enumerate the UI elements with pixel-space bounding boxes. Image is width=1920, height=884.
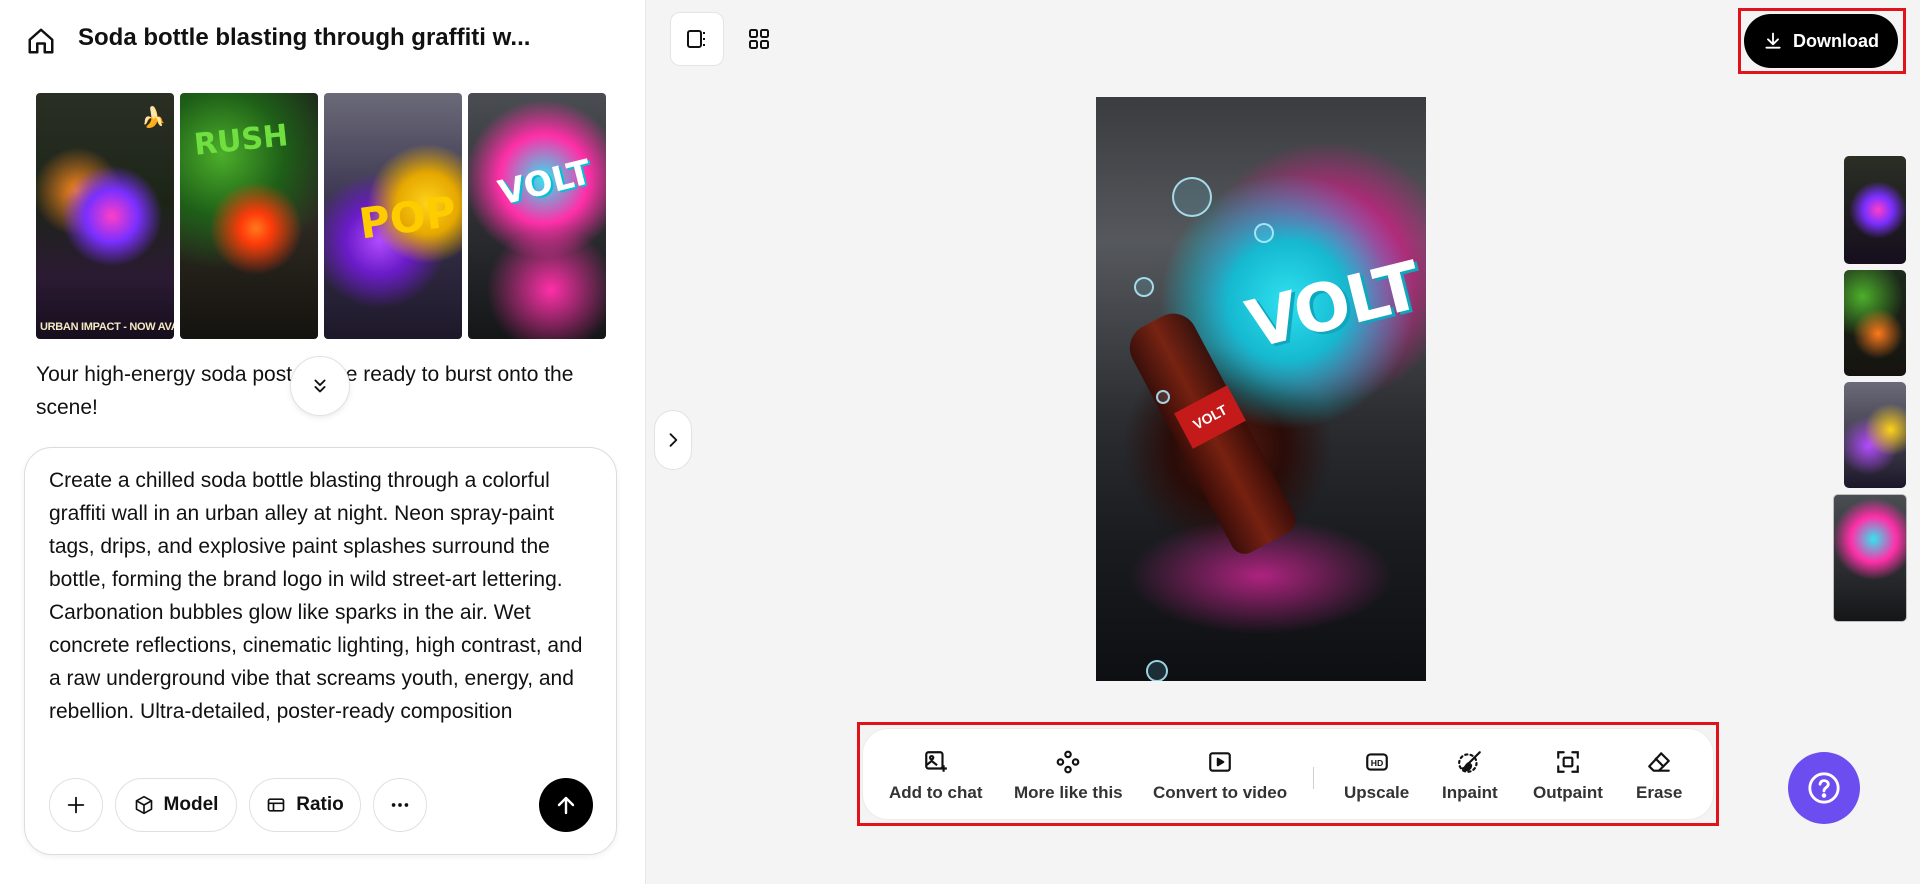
chevron-right-icon bbox=[669, 433, 678, 447]
image-action-bar: Add to chat More like this Convert to vi… bbox=[862, 728, 1714, 820]
svg-text:HD: HD bbox=[1370, 758, 1383, 768]
scroll-down-button[interactable] bbox=[290, 356, 350, 416]
cube-icon bbox=[135, 795, 152, 815]
bubble bbox=[1172, 177, 1212, 217]
ratio-icon bbox=[267, 798, 285, 812]
single-view-button[interactable] bbox=[670, 12, 724, 66]
image-plus-icon bbox=[924, 751, 947, 772]
page-title: Soda bottle blasting through graffiti w.… bbox=[78, 24, 531, 51]
erase-button[interactable]: Erase bbox=[1636, 749, 1682, 803]
action-label: More like this bbox=[1014, 783, 1123, 802]
action-label: Upscale bbox=[1344, 783, 1410, 802]
chat-panel: Soda bottle blasting through graffiti w.… bbox=[0, 0, 646, 884]
action-label: Erase bbox=[1636, 783, 1683, 802]
outpaint-button[interactable]: Outpaint bbox=[1533, 749, 1603, 803]
nodes-icon bbox=[1056, 750, 1080, 774]
ratio-button[interactable]: Ratio bbox=[249, 778, 361, 832]
add-attachment-button[interactable] bbox=[49, 778, 103, 832]
grid-icon bbox=[749, 29, 769, 49]
plus-icon bbox=[67, 796, 85, 814]
side-thumbnail-4-selected[interactable] bbox=[1833, 494, 1907, 622]
help-button[interactable] bbox=[1788, 752, 1860, 824]
bubble bbox=[1146, 660, 1168, 681]
result-thumbnail-3[interactable]: POP bbox=[324, 93, 462, 339]
main-preview-image: VOLT VOLT bbox=[1096, 97, 1426, 681]
prompt-composer: Create a chilled soda bottle blasting th… bbox=[24, 447, 617, 855]
question-icon bbox=[1808, 772, 1840, 804]
home-icon[interactable] bbox=[26, 26, 56, 56]
thumbnail-caption: URBAN IMPACT - NOW AVAILABLE bbox=[40, 321, 174, 333]
bubble bbox=[1134, 277, 1154, 297]
model-button[interactable]: Model bbox=[115, 778, 237, 832]
result-thumbnail-2[interactable]: RUSH bbox=[180, 93, 318, 339]
action-label: Outpaint bbox=[1533, 783, 1603, 802]
hd-icon: HD bbox=[1365, 753, 1388, 771]
result-thumbnail-4[interactable]: VOLT bbox=[468, 93, 606, 339]
banana-badge-icon: 🍌 bbox=[141, 107, 166, 129]
add-to-chat-button[interactable]: Add to chat bbox=[889, 749, 983, 803]
side-thumbnail-1[interactable] bbox=[1844, 156, 1906, 264]
bubble bbox=[1254, 223, 1274, 243]
prompt-input[interactable]: Create a chilled soda bottle blasting th… bbox=[49, 464, 599, 728]
result-thumbnail-1[interactable]: 🍌 URBAN IMPACT - NOW AVAILABLE bbox=[36, 93, 174, 339]
graffiti-text: POP bbox=[355, 186, 459, 249]
more-options-button[interactable] bbox=[373, 778, 427, 832]
ellipsis-icon bbox=[391, 803, 409, 807]
convert-to-video-button[interactable]: Convert to video bbox=[1153, 749, 1287, 803]
action-label: Add to chat bbox=[889, 783, 983, 802]
more-like-this-button[interactable]: More like this bbox=[1014, 749, 1123, 803]
play-square-icon bbox=[1209, 752, 1231, 772]
panel-view-icon bbox=[687, 30, 705, 48]
side-thumbnail-3[interactable] bbox=[1844, 382, 1906, 488]
brush-icon bbox=[1457, 751, 1481, 773]
expand-frame-icon bbox=[1557, 751, 1579, 773]
graffiti-logo: VOLT bbox=[1239, 247, 1426, 364]
upscale-button[interactable]: HD Upscale bbox=[1344, 749, 1409, 803]
grid-view-button[interactable] bbox=[732, 12, 786, 66]
download-icon bbox=[1765, 32, 1781, 49]
send-button[interactable] bbox=[539, 778, 593, 832]
graffiti-text: VOLT bbox=[494, 152, 596, 214]
download-label: Download bbox=[1793, 30, 1879, 51]
action-label: Convert to video bbox=[1153, 783, 1288, 802]
bubble bbox=[1156, 390, 1170, 404]
result-thumbnails: 🍌 URBAN IMPACT - NOW AVAILABLE RUSH POP … bbox=[36, 93, 606, 339]
action-divider bbox=[1313, 767, 1314, 789]
double-chevron-down-icon bbox=[314, 379, 326, 393]
graffiti-text: RUSH bbox=[192, 118, 290, 163]
side-thumbnail-2[interactable] bbox=[1844, 270, 1906, 376]
inpaint-button[interactable]: Inpaint bbox=[1442, 749, 1498, 803]
arrow-up-icon bbox=[557, 796, 575, 815]
expand-panel-button[interactable] bbox=[654, 410, 692, 470]
ratio-label: Ratio bbox=[296, 794, 344, 815]
download-button[interactable]: Download bbox=[1744, 14, 1898, 68]
eraser-icon bbox=[1648, 752, 1670, 772]
model-label: Model bbox=[163, 794, 219, 815]
action-label: Inpaint bbox=[1442, 783, 1498, 802]
